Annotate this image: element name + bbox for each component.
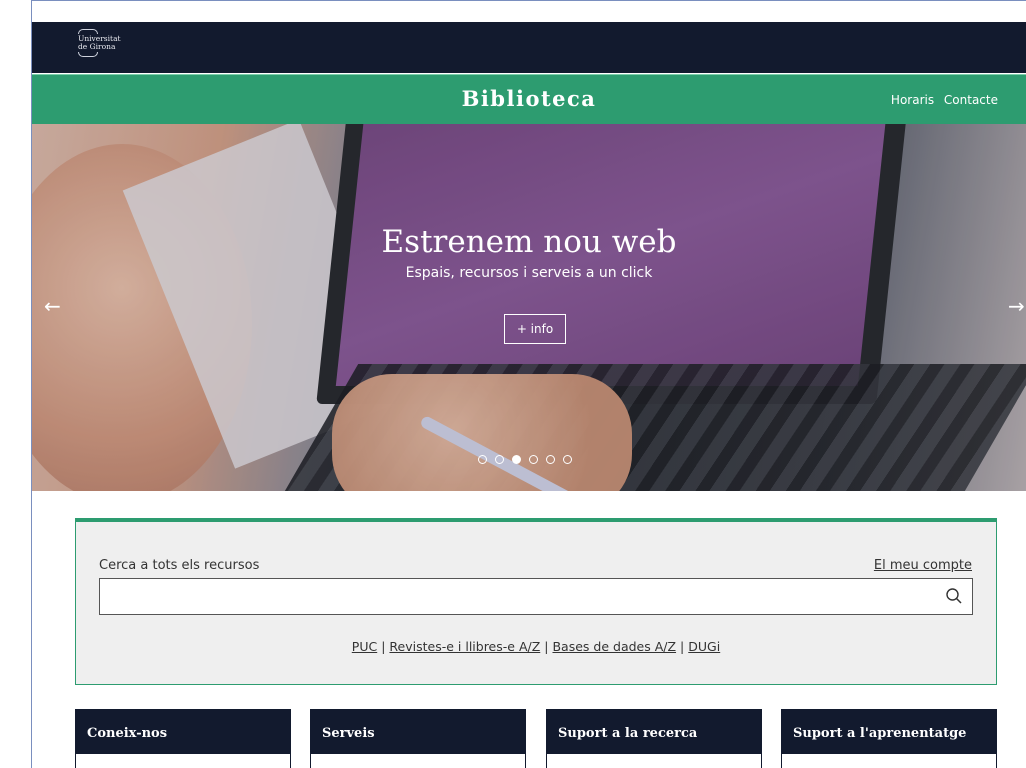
link-horaris[interactable]: Horaris [891,93,934,107]
carousel-indicators [478,455,572,469]
link-separator: | [381,639,386,654]
hero-overlay [32,124,1026,491]
site-header: Biblioteca Horaris Contacte [32,74,1026,124]
card-title: Coneix-nos [87,726,168,741]
hero-subtitle: Espais, recursos i serveis a un click [405,265,653,281]
link-bases-dades[interactable]: Bases de dades A/Z [552,639,676,654]
logo-base-icon [78,52,98,57]
link-dugi[interactable]: DUGi [688,639,720,654]
card-coneix-nos[interactable]: Coneix-nos [75,709,291,768]
carousel-dot-1[interactable] [478,455,487,464]
page-frame-top [31,0,1026,1]
university-bar: Universitat de Girona [32,22,1026,73]
carousel-dot-2[interactable] [495,455,504,464]
card-body [782,754,996,768]
carousel-dot-3[interactable] [512,455,521,464]
card-body [547,754,761,768]
more-info-button[interactable]: + info [504,314,566,344]
link-revistes-llibres[interactable]: Revistes-e i llibres-e A/Z [389,639,540,654]
card-suport-recerca[interactable]: Suport a la recerca [546,709,762,768]
link-contacte[interactable]: Contacte [944,93,998,107]
hero-carousel: Estrenem nou web Espais, recursos i serv… [32,124,1026,491]
card-body [311,754,525,768]
next-slide-arrow-icon[interactable]: → [1008,294,1025,318]
hero-title: Estrenem nou web [381,224,677,260]
card-title: Suport a la recerca [558,726,698,741]
carousel-dot-4[interactable] [529,455,538,464]
header-links: Horaris Contacte [885,93,998,107]
card-serveis[interactable]: Serveis [310,709,526,768]
logo-text-line2: de Girona [78,42,116,51]
link-separator: | [544,639,549,654]
carousel-dot-6[interactable] [563,455,572,464]
search-panel: Cerca a tots els recursos El meu compte … [75,518,997,685]
card-body [76,754,290,768]
card-title: Serveis [322,726,375,741]
link-puc[interactable]: PUC [352,639,377,654]
card-title: Suport a l'aprenentatge [793,726,967,741]
search-input[interactable] [99,578,973,615]
quick-links: PUC | Revistes-e i llibres-e A/Z | Bases de … [76,639,996,654]
previous-slide-arrow-icon[interactable]: ← [44,294,61,318]
search-icon[interactable] [945,587,963,605]
site-title[interactable]: Biblioteca [32,86,1026,111]
card-suport-aprenentatge[interactable]: Suport a l'aprenentatge [781,709,997,768]
carousel-dot-5[interactable] [546,455,555,464]
university-logo[interactable]: Universitat de Girona [78,29,138,69]
search-label: Cerca a tots els recursos [99,558,260,573]
link-separator: | [680,639,685,654]
my-account-link[interactable]: El meu compte [874,558,972,573]
